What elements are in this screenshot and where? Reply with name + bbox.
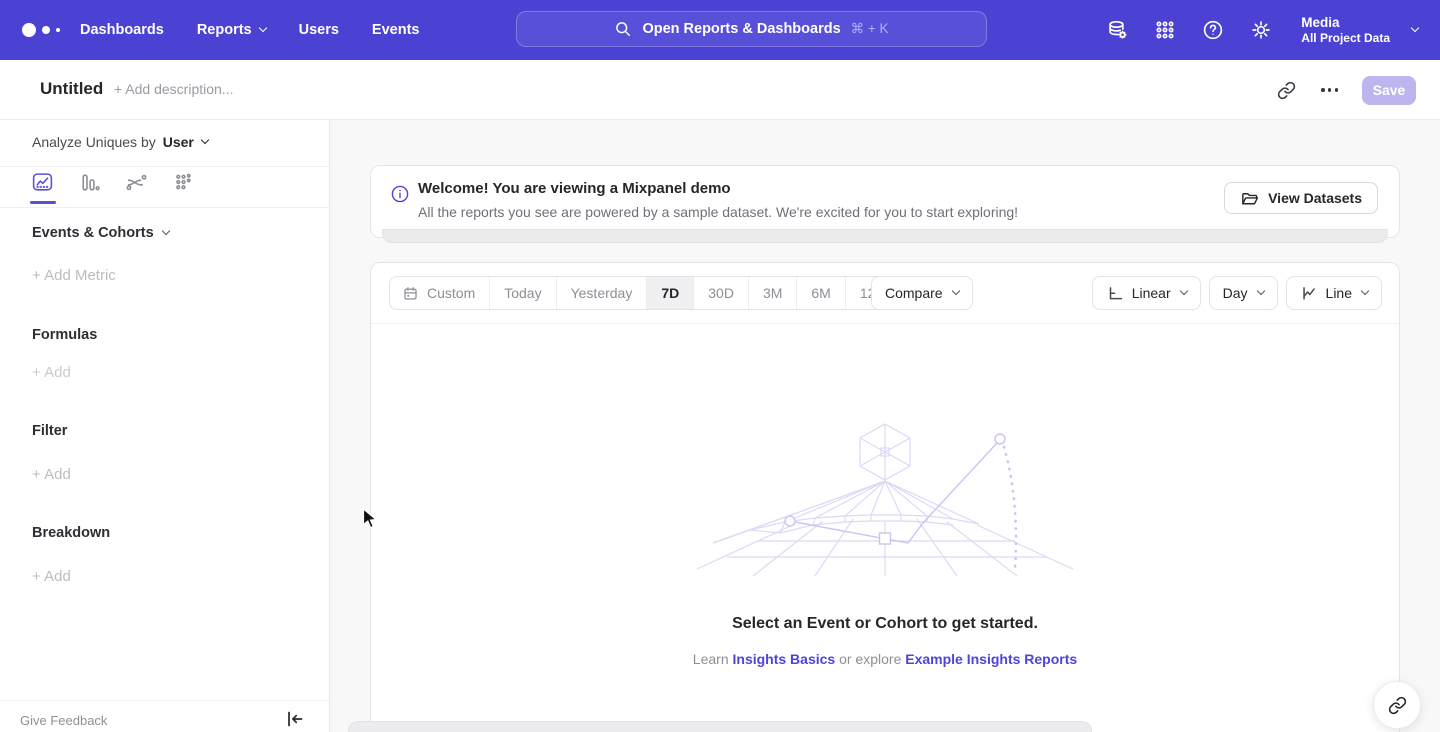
save-button[interactable]: Save — [1362, 76, 1416, 105]
calendar-icon — [402, 285, 419, 302]
info-icon — [390, 184, 410, 204]
nav-item-events[interactable]: Events — [372, 22, 420, 38]
line-chart-icon — [1300, 284, 1318, 302]
section-formulas: Formulas — [32, 327, 97, 343]
copy-link-icon[interactable] — [1275, 79, 1297, 101]
scale-dropdown[interactable]: Linear — [1092, 276, 1201, 310]
linear-axis-icon — [1106, 284, 1124, 302]
give-feedback-link[interactable]: Give Feedback — [20, 713, 107, 728]
banner-subtitle: All the reports you see are powered by a… — [418, 204, 1018, 220]
range-today[interactable]: Today — [489, 277, 555, 309]
range-3m[interactable]: 3M — [748, 277, 796, 309]
tab-insights-line[interactable] — [30, 171, 54, 199]
insights-basics-link[interactable]: Insights Basics — [733, 651, 836, 667]
nav-item-users[interactable]: Users — [299, 22, 339, 38]
analyze-label: Analyze Uniques by — [32, 134, 156, 150]
report-title[interactable]: Untitled — [40, 79, 103, 99]
chart-type-dropdown[interactable]: Line — [1286, 276, 1382, 310]
main-content: Welcome! You are viewing a Mixpanel demo… — [330, 120, 1440, 732]
mixpanel-logo[interactable] — [22, 0, 60, 60]
search-icon — [614, 20, 632, 38]
query-sidebar: Analyze Uniques by User — [0, 120, 330, 732]
help-icon[interactable] — [1201, 19, 1224, 42]
visualization-tabs — [30, 171, 195, 199]
chart-toolbar: Custom Today Yesterday 7D 30D 3M 6M 12M … — [371, 276, 1399, 310]
logo-dot — [42, 26, 50, 34]
nav-item-dashboards[interactable]: Dashboards — [80, 22, 164, 38]
range-yesterday[interactable]: Yesterday — [556, 277, 647, 309]
link-icon — [1388, 696, 1407, 715]
divider — [0, 166, 329, 167]
empty-state-title: Select an Event or Cohort to get started… — [371, 615, 1399, 633]
divider — [0, 700, 329, 701]
more-options-icon[interactable] — [1319, 88, 1340, 92]
welcome-banner: Welcome! You are viewing a Mixpanel demo… — [370, 165, 1400, 238]
section-breakdown: Breakdown — [32, 525, 110, 541]
section-filter: Filter — [32, 423, 67, 439]
nav-item-reports[interactable]: Reports — [197, 22, 266, 38]
bottom-panel-edge — [348, 721, 1092, 732]
global-search-input[interactable]: Open Reports & Dashboards ⌘ + K — [516, 11, 987, 47]
logo-dot — [22, 23, 36, 37]
nav-right: Media All Project Data — [1105, 0, 1418, 60]
example-insights-reports-link[interactable]: Example Insights Reports — [905, 651, 1077, 667]
compare-dropdown[interactable]: Compare — [871, 276, 973, 310]
tab-flow[interactable] — [124, 171, 148, 199]
insights-chart-card: Custom Today Yesterday 7D 30D 3M 6M 12M … — [370, 262, 1400, 732]
empty-state-illustration — [695, 421, 1075, 576]
folder-open-icon — [1240, 189, 1259, 208]
range-6m[interactable]: 6M — [796, 277, 844, 309]
chevron-down-icon — [258, 24, 266, 32]
floating-share-link-button[interactable] — [1373, 681, 1421, 729]
banner-title: Welcome! You are viewing a Mixpanel demo — [418, 180, 731, 197]
chevron-down-icon — [161, 227, 169, 235]
range-custom[interactable]: Custom — [390, 277, 489, 309]
chevron-down-icon — [1361, 287, 1369, 295]
apps-grid-icon[interactable] — [1153, 19, 1176, 42]
active-tab-indicator — [30, 201, 56, 204]
date-range-picker: Custom Today Yesterday 7D 30D 3M 6M 12M — [389, 276, 902, 310]
search-shortcut: ⌘ + K — [851, 21, 889, 37]
tab-bar-chart[interactable] — [77, 171, 101, 199]
range-7d[interactable]: 7D — [646, 277, 693, 309]
report-description-placeholder[interactable]: + Add description... — [114, 81, 233, 97]
divider — [371, 323, 1399, 324]
add-metric-button[interactable]: + Add Metric — [32, 267, 116, 284]
settings-gear-icon[interactable] — [1249, 19, 1272, 42]
mixpanel-app: Dashboards Reports Users Events Open Rep… — [0, 0, 1440, 732]
chevron-down-icon — [1256, 287, 1264, 295]
add-filter-button[interactable]: + Add — [32, 466, 71, 483]
add-formula-button[interactable]: + Add — [32, 364, 71, 381]
project-name: Media — [1301, 14, 1390, 31]
add-breakdown-button[interactable]: + Add — [32, 568, 71, 585]
chevron-down-icon — [1411, 24, 1419, 32]
report-header: Untitled + Add description... Save — [0, 60, 1440, 120]
divider — [0, 207, 329, 208]
empty-state-links: Learn Insights Basics or explore Example… — [371, 651, 1399, 667]
analyze-value-dropdown[interactable]: User — [163, 134, 208, 150]
interval-dropdown[interactable]: Day — [1209, 276, 1278, 310]
top-nav: Dashboards Reports Users Events Open Rep… — [0, 0, 1440, 60]
chevron-down-icon — [951, 287, 959, 295]
data-management-icon[interactable] — [1105, 19, 1128, 42]
range-30d[interactable]: 30D — [693, 277, 748, 309]
section-events-cohorts[interactable]: Events & Cohorts — [32, 225, 169, 241]
chevron-down-icon — [1179, 287, 1187, 295]
project-switcher[interactable]: Media All Project Data — [1301, 14, 1418, 46]
logo-dot — [56, 28, 60, 32]
project-dataset: All Project Data — [1301, 31, 1390, 46]
tab-metrics-grid[interactable] — [171, 171, 195, 199]
chevron-down-icon — [201, 136, 209, 144]
nav-items: Dashboards Reports Users Events — [80, 0, 419, 60]
analyze-uniques-row: Analyze Uniques by User — [32, 134, 208, 150]
collapse-sidebar-icon[interactable] — [283, 708, 305, 730]
search-placeholder: Open Reports & Dashboards — [642, 21, 840, 37]
view-datasets-button[interactable]: View Datasets — [1224, 182, 1378, 214]
